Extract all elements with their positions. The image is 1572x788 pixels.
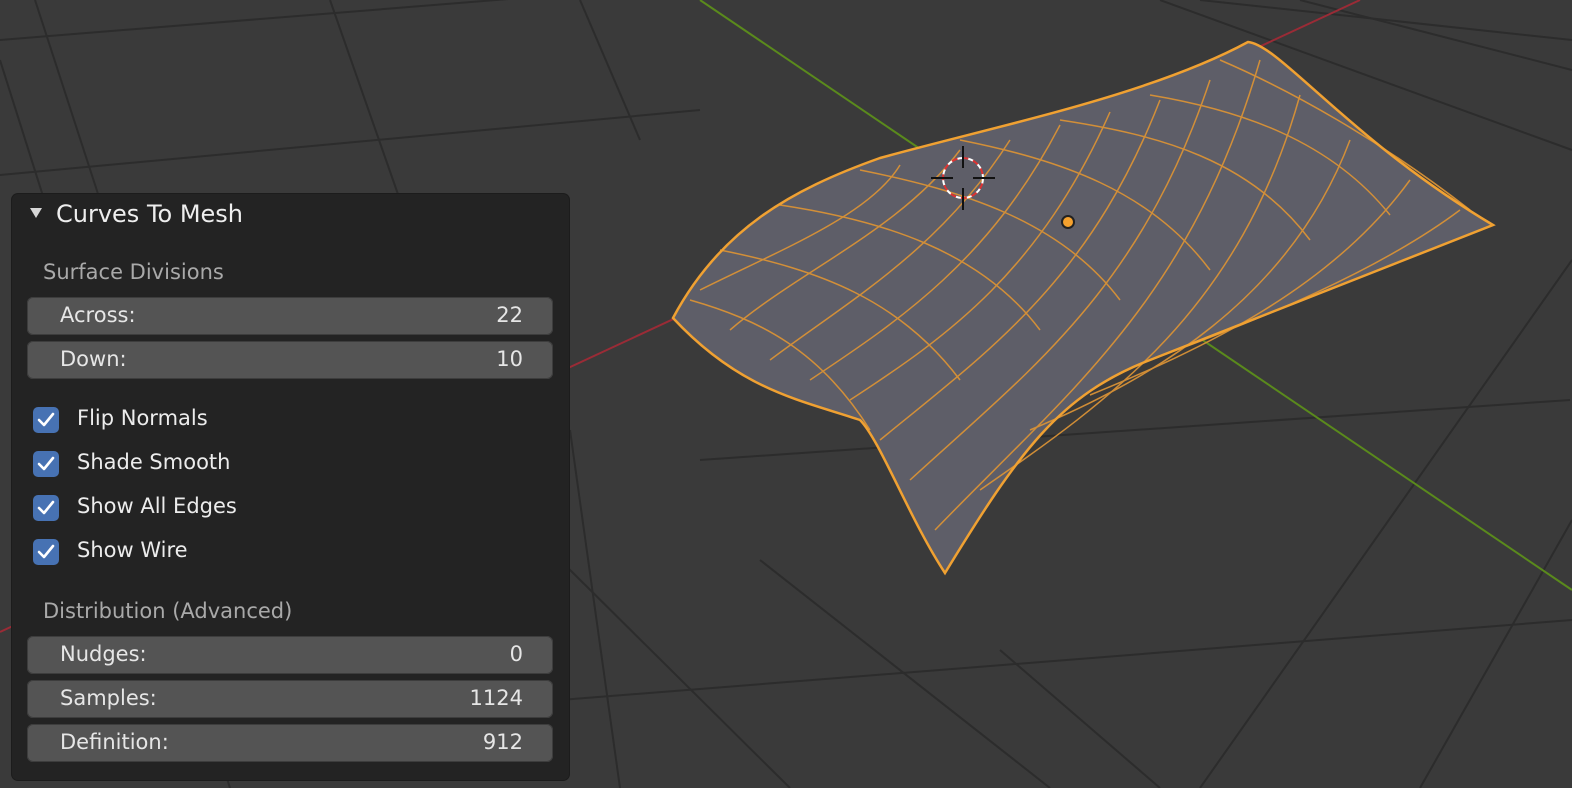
show-all-edges-checkbox[interactable]	[33, 495, 59, 521]
panel-header[interactable]: Curves To Mesh	[12, 194, 569, 234]
shade-smooth-checkbox[interactable]	[33, 451, 59, 477]
samples-value: 1124	[469, 686, 523, 710]
across-field[interactable]: Across: 22	[27, 297, 553, 335]
flip-normals-option[interactable]: Flip Normals	[33, 406, 433, 437]
collapse-triangle-icon[interactable]	[30, 208, 42, 218]
checkmark-icon	[37, 456, 55, 471]
across-label: Across:	[60, 303, 136, 327]
samples-label: Samples:	[60, 686, 157, 710]
show-wire-label: Show Wire	[77, 538, 188, 562]
nudges-label: Nudges:	[60, 642, 147, 666]
show-wire-option[interactable]: Show Wire	[33, 538, 433, 569]
surface-divisions-label: Surface Divisions	[43, 260, 224, 284]
definition-field[interactable]: Definition: 912	[27, 724, 553, 762]
mesh-object[interactable]	[671, 40, 1496, 576]
show-wire-checkbox[interactable]	[33, 539, 59, 565]
flip-normals-checkbox[interactable]	[33, 407, 59, 433]
shade-smooth-label: Shade Smooth	[77, 450, 231, 474]
checkmark-icon	[37, 544, 55, 559]
nudges-value: 0	[509, 642, 523, 666]
samples-field[interactable]: Samples: 1124	[27, 680, 553, 718]
checkmark-icon	[37, 500, 55, 515]
show-all-edges-label: Show All Edges	[77, 494, 237, 518]
definition-value: 912	[482, 730, 523, 754]
checkmark-icon	[37, 412, 55, 427]
down-value: 10	[496, 347, 523, 371]
show-all-edges-option[interactable]: Show All Edges	[33, 494, 433, 525]
down-label: Down:	[60, 347, 127, 371]
down-field[interactable]: Down: 10	[27, 341, 553, 379]
shade-smooth-option[interactable]: Shade Smooth	[33, 450, 433, 481]
curves-to-mesh-panel: Curves To Mesh Surface Divisions Across:…	[12, 194, 569, 780]
flip-normals-label: Flip Normals	[77, 406, 208, 430]
nudges-field[interactable]: Nudges: 0	[27, 636, 553, 674]
panel-title: Curves To Mesh	[56, 200, 244, 228]
definition-label: Definition:	[60, 730, 169, 754]
across-value: 22	[496, 303, 523, 327]
distribution-label: Distribution (Advanced)	[43, 599, 293, 623]
mesh-surface	[673, 42, 1493, 573]
object-origin-icon[interactable]	[1061, 215, 1075, 229]
